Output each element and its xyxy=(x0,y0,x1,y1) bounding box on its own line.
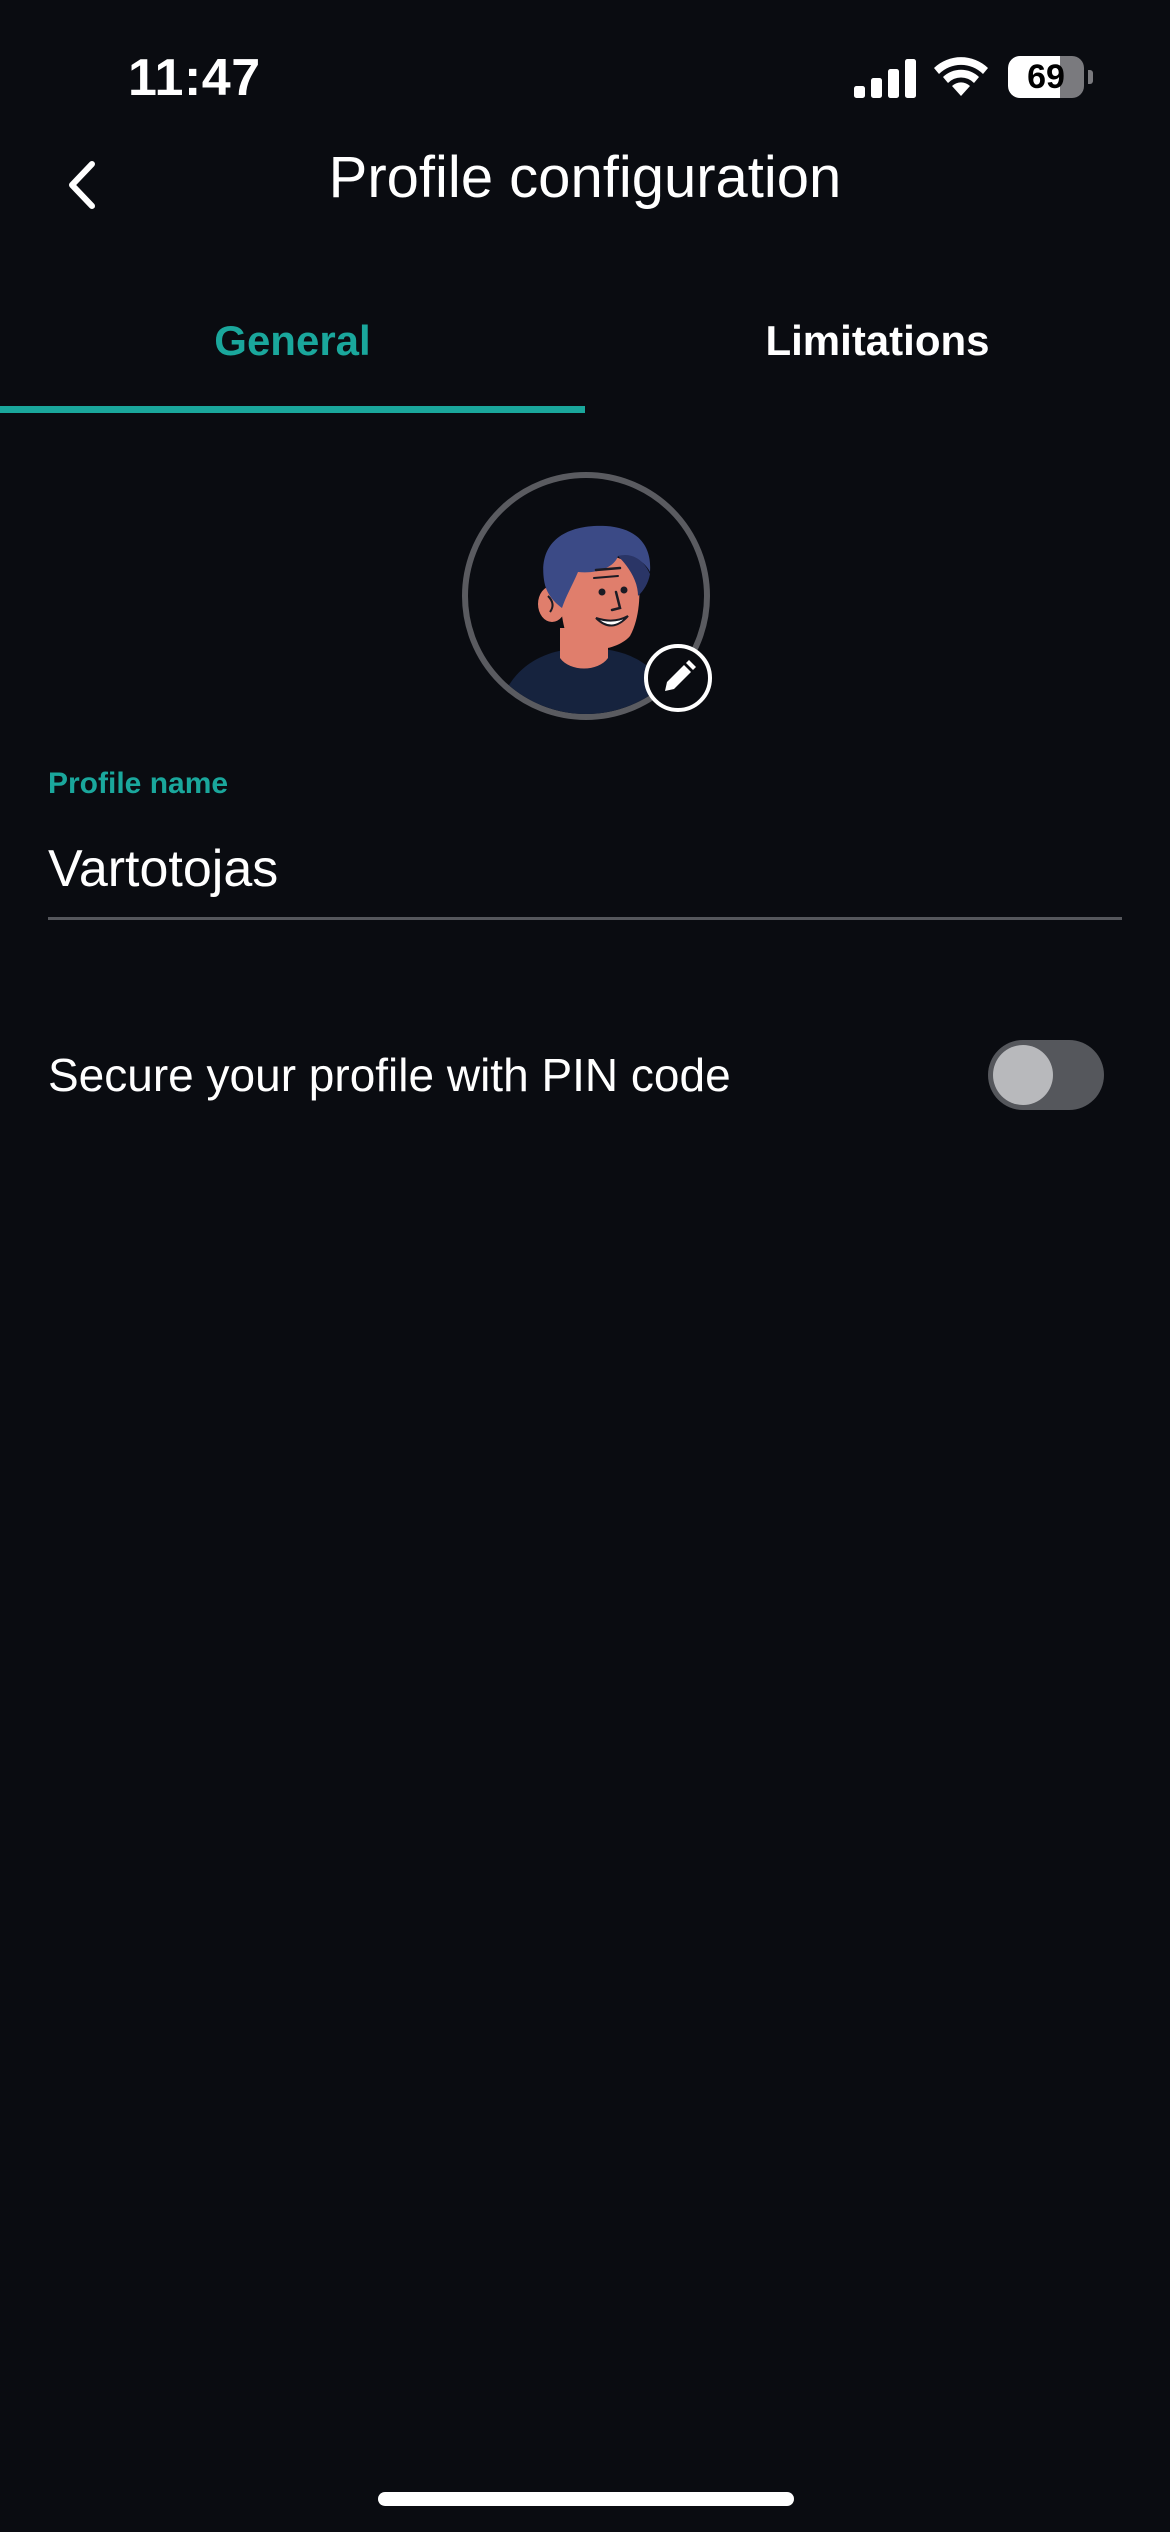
pin-setting-row: Secure your profile with PIN code xyxy=(48,1030,1122,1120)
tab-limitations[interactable]: Limitations xyxy=(585,290,1170,414)
profile-name-input[interactable] xyxy=(48,820,1122,920)
active-tab-indicator xyxy=(0,406,585,413)
signal-bars-icon xyxy=(854,59,916,98)
tab-general[interactable]: General xyxy=(0,290,585,414)
status-time: 11:47 xyxy=(128,49,261,107)
battery-tip xyxy=(1088,70,1093,84)
wifi-icon xyxy=(934,57,988,96)
battery-body: 69 xyxy=(1008,56,1084,98)
status-bar: 11:47 69 xyxy=(0,0,1170,150)
edit-avatar-button[interactable] xyxy=(644,644,712,712)
pencil-icon xyxy=(665,660,696,691)
battery-level: 69 xyxy=(1027,58,1065,96)
page-title: Profile configuration xyxy=(328,145,842,210)
pin-toggle-knob xyxy=(993,1045,1053,1105)
nav-bar: Profile configuration xyxy=(0,130,1170,240)
battery-icon: 69 xyxy=(1008,56,1094,98)
tab-bar: General Limitations xyxy=(0,290,1170,414)
avatar-section xyxy=(460,470,720,730)
home-indicator[interactable] xyxy=(378,2492,794,2506)
pin-setting-label: Secure your profile with PIN code xyxy=(48,1049,731,1101)
profile-name-label: Profile name xyxy=(48,767,229,800)
pin-toggle[interactable] xyxy=(988,1040,1104,1110)
